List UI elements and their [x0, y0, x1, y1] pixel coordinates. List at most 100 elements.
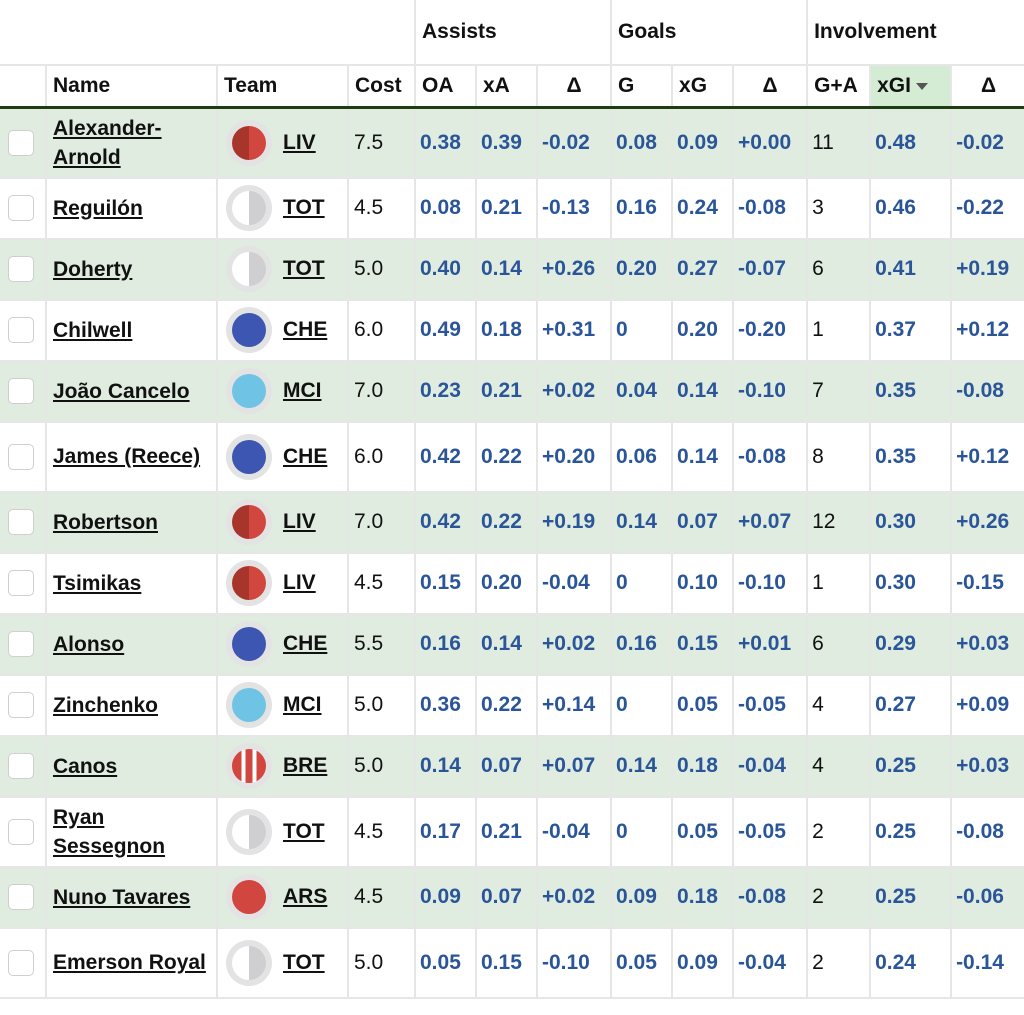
player-name-link[interactable]: Canos: [53, 752, 216, 781]
name-cell: Canos: [45, 734, 218, 798]
column-header-team[interactable]: Team: [216, 64, 349, 109]
column-header-g[interactable]: G: [610, 64, 674, 109]
ga-cell: 6: [806, 237, 872, 301]
row-checkbox[interactable]: [8, 256, 34, 282]
cost-cell: 5.0: [347, 926, 416, 999]
player-name-link[interactable]: Reguilón: [53, 194, 216, 223]
team-link[interactable]: TOT: [283, 257, 325, 281]
column-header-cost[interactable]: Cost: [347, 64, 416, 109]
column-header-name[interactable]: Name: [45, 64, 218, 109]
select-cell: [0, 237, 47, 301]
player-name-link[interactable]: Chilwell: [53, 316, 216, 345]
xgi-cell: 0.27: [869, 673, 953, 737]
xgi-cell: 0.24: [869, 926, 953, 999]
row-checkbox[interactable]: [8, 443, 34, 470]
team-link[interactable]: LIV: [283, 510, 316, 534]
team-cell: LIV: [216, 490, 349, 554]
row-checkbox[interactable]: [8, 753, 34, 779]
group-header-goals: Goals: [610, 0, 809, 66]
player-name-link[interactable]: Robertson: [53, 508, 216, 537]
team-link[interactable]: ARS: [283, 885, 327, 909]
row-checkbox[interactable]: [8, 884, 34, 910]
player-name-link[interactable]: Tsimikas: [53, 569, 216, 598]
player-name-link[interactable]: Ryan Sessegnon: [53, 803, 216, 861]
column-header-assists-delta[interactable]: Δ: [535, 64, 613, 109]
team-link[interactable]: CHE: [283, 318, 327, 342]
column-header-select: [0, 64, 47, 109]
table-row: Reguilón TOT 4.5 0.08 0.21 -0.13 0.16 0.24 -0.08…: [0, 176, 1024, 240]
column-header-oa[interactable]: OA: [414, 64, 477, 109]
xg-cell: 0.10: [671, 551, 735, 615]
column-header-xgi[interactable]: xGI: [869, 64, 953, 109]
team-link[interactable]: CHE: [283, 445, 327, 469]
group-header-involvement: Involvement: [806, 0, 1024, 66]
team-link[interactable]: BRE: [283, 754, 327, 778]
row-checkbox[interactable]: [8, 949, 34, 976]
player-name-link[interactable]: Zinchenko: [53, 691, 216, 720]
team-cell: TOT: [216, 237, 349, 301]
ga-cell: 7: [806, 359, 872, 423]
row-checkbox[interactable]: [8, 818, 34, 845]
row-checkbox[interactable]: [8, 378, 34, 404]
select-cell: [0, 420, 47, 493]
player-name-link[interactable]: Emerson Royal: [53, 948, 216, 977]
team-badge-icon: [226, 874, 272, 920]
column-header-involvement-delta[interactable]: Δ: [950, 64, 1024, 109]
goals-delta-cell: -0.08: [732, 865, 809, 929]
column-header-ga[interactable]: G+A: [806, 64, 872, 109]
oa-cell: 0.42: [414, 490, 477, 554]
team-link[interactable]: TOT: [283, 820, 325, 844]
team-link[interactable]: CHE: [283, 632, 327, 656]
team-badge-icon: [226, 682, 272, 728]
row-checkbox[interactable]: [8, 509, 34, 535]
column-header-xa[interactable]: xA: [475, 64, 538, 109]
team-cell: MCI: [216, 359, 349, 423]
team-link[interactable]: MCI: [283, 379, 322, 403]
team-link[interactable]: TOT: [283, 951, 325, 975]
group-header-assists: Assists: [413, 0, 613, 66]
row-checkbox[interactable]: [8, 317, 34, 343]
player-name-link[interactable]: Alonso: [53, 630, 216, 659]
column-header-goals-delta[interactable]: Δ: [732, 64, 809, 109]
xa-cell: 0.07: [475, 865, 538, 929]
team-color-disc: [232, 688, 266, 722]
table-row: Canos BRE 5.0 0.14 0.07 +0.07 0.14 0.18 -0.04 4 0.…: [0, 734, 1024, 798]
team-link[interactable]: TOT: [283, 196, 325, 220]
row-checkbox[interactable]: [8, 195, 34, 221]
xa-cell: 0.21: [475, 359, 538, 423]
cost-cell: 7.0: [347, 490, 416, 554]
name-cell: Doherty: [45, 237, 218, 301]
row-checkbox[interactable]: [8, 692, 34, 718]
player-name-link[interactable]: James (Reece): [53, 442, 216, 471]
involvement-delta-cell: -0.02: [950, 106, 1024, 179]
player-name-link[interactable]: Alexander-Arnold: [53, 114, 216, 172]
xg-cell: 0.14: [671, 359, 735, 423]
g-cell: 0.14: [610, 734, 674, 798]
xg-cell: 0.09: [671, 106, 735, 179]
name-cell: Nuno Tavares: [45, 865, 218, 929]
row-checkbox[interactable]: [8, 129, 34, 156]
involvement-delta-cell: +0.12: [950, 298, 1024, 362]
player-name-link[interactable]: Doherty: [53, 255, 216, 284]
row-checkbox[interactable]: [8, 631, 34, 657]
oa-cell: 0.42: [414, 420, 477, 493]
team-link[interactable]: MCI: [283, 693, 322, 717]
assists-delta-cell: +0.02: [535, 612, 613, 676]
player-name-link[interactable]: Nuno Tavares: [53, 883, 216, 912]
xa-cell: 0.39: [475, 106, 538, 179]
team-link[interactable]: LIV: [283, 131, 316, 155]
player-name-link[interactable]: João Cancelo: [53, 377, 216, 406]
xg-cell: 0.05: [671, 673, 735, 737]
team-link[interactable]: LIV: [283, 571, 316, 595]
column-header-xg[interactable]: xG: [671, 64, 735, 109]
row-checkbox[interactable]: [8, 570, 34, 596]
xg-cell: 0.18: [671, 865, 735, 929]
goals-delta-cell: -0.05: [732, 673, 809, 737]
xa-cell: 0.18: [475, 298, 538, 362]
xg-cell: 0.18: [671, 734, 735, 798]
oa-cell: 0.23: [414, 359, 477, 423]
oa-cell: 0.36: [414, 673, 477, 737]
assists-delta-cell: +0.31: [535, 298, 613, 362]
team-cell: CHE: [216, 298, 349, 362]
ga-cell: 11: [806, 106, 872, 179]
